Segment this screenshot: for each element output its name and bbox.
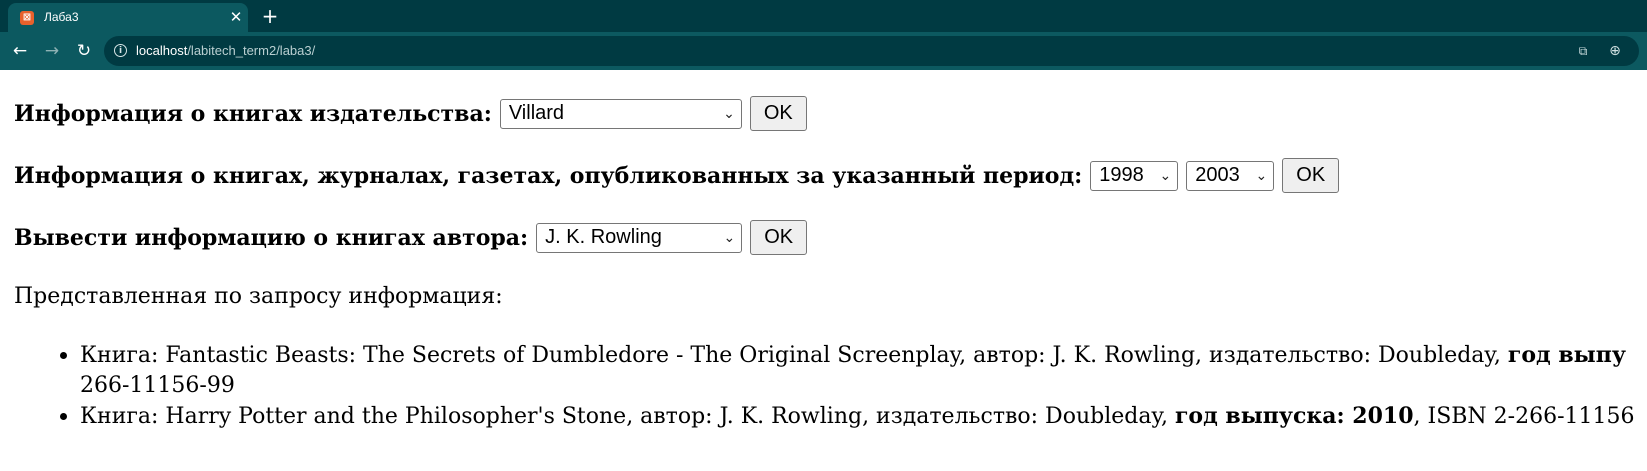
url-host: localhost <box>136 43 188 58</box>
year-from-value: 1998 <box>1099 164 1144 186</box>
author-select[interactable]: J. K. Rowling ⌄ <box>536 222 743 253</box>
close-icon[interactable]: ✕ <box>226 7 246 27</box>
item-isbn: , ISBN 2-266-11156 <box>1413 404 1635 429</box>
chevron-down-icon: ⌄ <box>723 229 736 246</box>
chevron-down-icon: ⌄ <box>723 105 735 122</box>
new-tab-button[interactable]: + <box>258 5 282 29</box>
translate-icon[interactable]: ⧉ <box>1575 43 1591 59</box>
period-ok-button[interactable]: OK <box>1282 158 1340 193</box>
publisher-ok-button[interactable]: OK <box>749 96 807 131</box>
page-content: Информация о книгах издательства: Villar… <box>0 70 1647 471</box>
zoom-icon[interactable]: ⊕ <box>1607 43 1623 59</box>
chevron-down-icon: ⌄ <box>1159 167 1172 184</box>
url-text[interactable]: localhost/labitech_term2/laba3/ <box>136 43 315 58</box>
publisher-label: Информация о книгах издательства: <box>14 100 492 127</box>
tab-title: Лаба3 <box>44 10 79 24</box>
browser-toolbar: ← → ↻ i localhost/labitech_term2/laba3/ … <box>0 32 1647 70</box>
tab-strip: ⊠ Лаба3 ✕ + <box>0 0 1647 32</box>
results-heading: Представленная по запросу информация: <box>14 284 503 309</box>
reload-icon[interactable]: ↻ <box>72 40 96 62</box>
author-form: Вывести информацию о книгах автора: J. K… <box>14 220 808 255</box>
period-form: Информация о книгах, журналах, газетах, … <box>14 158 1340 193</box>
browser-tab[interactable]: ⊠ Лаба3 ✕ <box>8 3 248 32</box>
period-label: Информация о книгах, журналах, газетах, … <box>14 162 1083 189</box>
year-to-select[interactable]: 2003 ⌄ <box>1186 160 1275 191</box>
author-selected-value: J. K. Rowling <box>545 226 662 248</box>
year-to-value: 2003 <box>1195 164 1240 186</box>
item-year-bold: год выпуска: 2010 <box>1174 403 1414 429</box>
address-bar[interactable]: i localhost/labitech_term2/laba3/ ⧉ ⊕ <box>104 36 1639 66</box>
info-icon[interactable]: i <box>114 44 127 57</box>
list-item: Книга: Harry Potter and the Philosopher'… <box>60 401 1647 432</box>
back-arrow-icon[interactable]: ← <box>8 40 32 62</box>
publisher-select[interactable]: Villard ⌄ <box>499 98 742 129</box>
chevron-down-icon: ⌄ <box>1255 167 1268 184</box>
author-ok-button[interactable]: OK <box>750 220 808 255</box>
item-text-continued: 266-11156-99 <box>80 373 235 398</box>
year-from-select[interactable]: 1998 ⌄ <box>1090 160 1179 191</box>
forward-arrow-icon[interactable]: → <box>40 40 64 62</box>
results-list: Книга: Fantastic Beasts: The Secrets of … <box>60 340 1647 432</box>
item-text: Книга: Fantastic Beasts: The Secrets of … <box>80 343 1508 368</box>
publisher-form: Информация о книгах издательства: Villar… <box>14 96 807 131</box>
item-year-bold: год выпу <box>1507 342 1626 368</box>
list-item: Книга: Fantastic Beasts: The Secrets of … <box>60 340 1647 401</box>
url-path: /labitech_term2/laba3/ <box>187 43 316 58</box>
publisher-selected-value: Villard <box>508 102 565 124</box>
item-text: Книга: Harry Potter and the Philosopher'… <box>80 404 1175 429</box>
author-label: Вывести информацию о книгах автора: <box>14 224 529 251</box>
xampp-icon: ⊠ <box>20 11 34 25</box>
